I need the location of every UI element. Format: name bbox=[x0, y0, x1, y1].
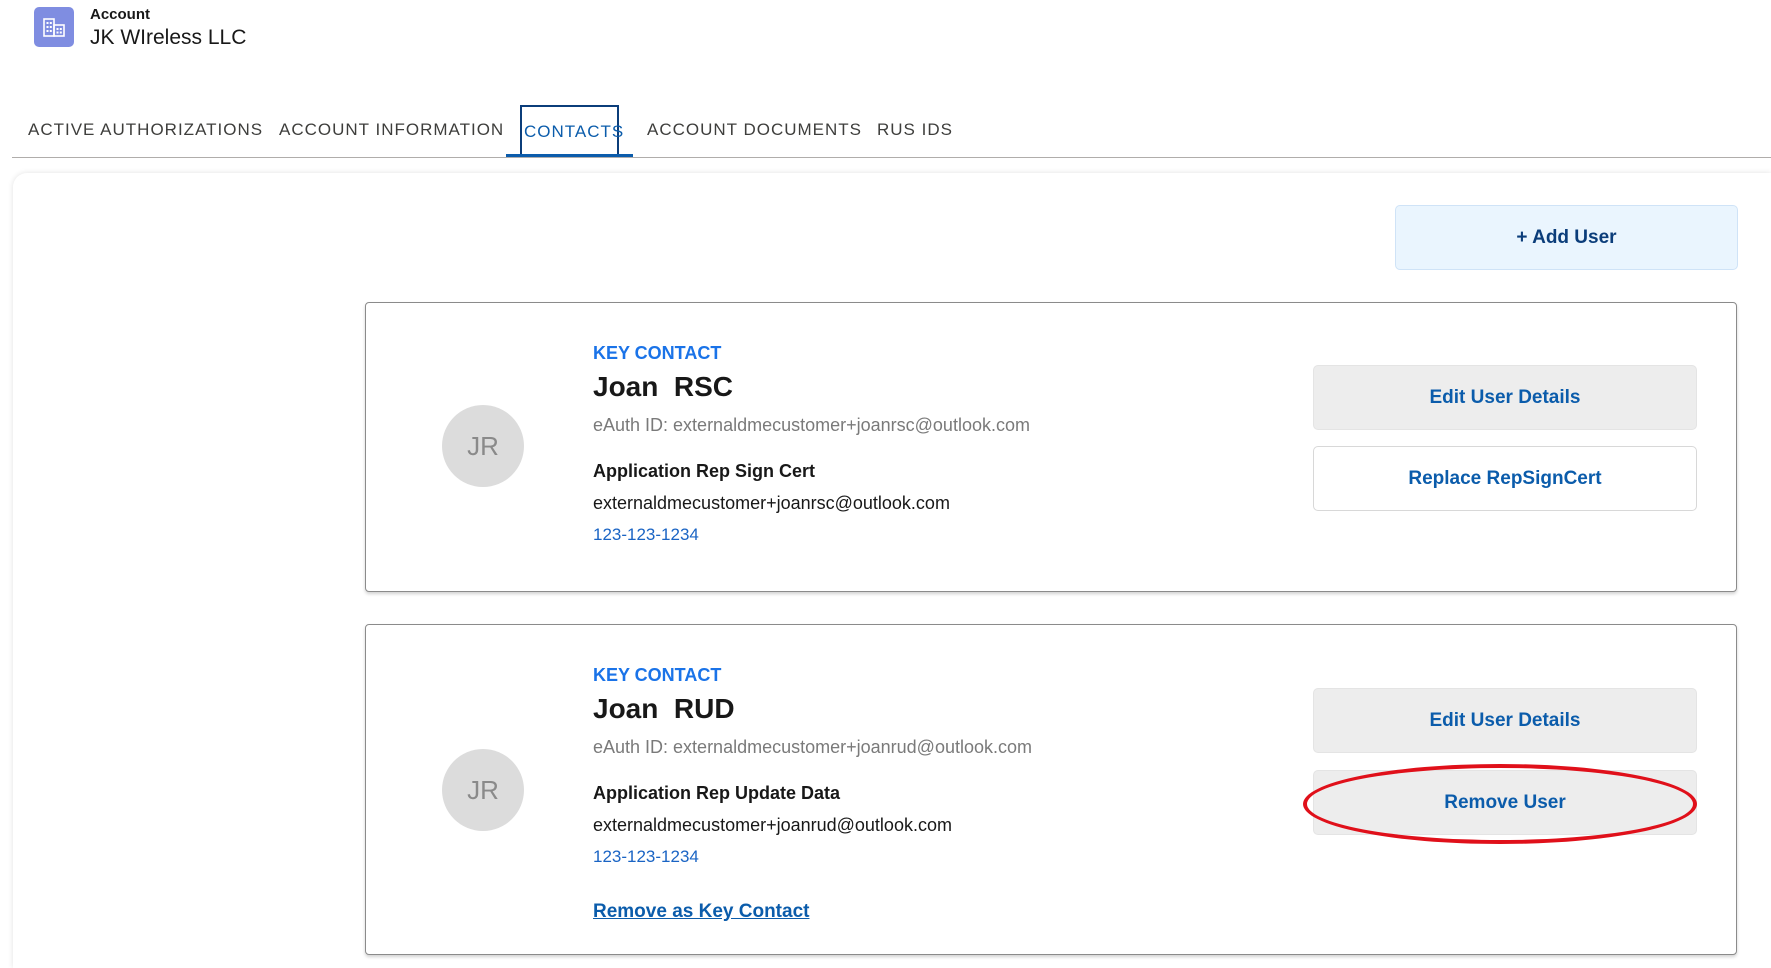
contact-email: externaldmecustomer+joanrud@outlook.com bbox=[593, 815, 952, 835]
contact-email: externaldmecustomer+joanrsc@outlook.com bbox=[593, 493, 950, 513]
add-user-button[interactable]: + Add User bbox=[1395, 205, 1738, 270]
avatar: JR bbox=[442, 405, 524, 487]
contact-role: Application Rep Sign Cert bbox=[593, 461, 816, 481]
object-type-label: Account bbox=[90, 6, 150, 23]
tab-bar: ACTIVE AUTHORIZATIONS ACCOUNT INFORMATIO… bbox=[12, 100, 1771, 158]
building-icon bbox=[34, 7, 74, 47]
tab-contacts-label: CONTACTS bbox=[524, 122, 625, 141]
tab-account-documents[interactable]: ACCOUNT DOCUMENTS bbox=[647, 120, 862, 140]
tab-account-information[interactable]: ACCOUNT INFORMATION bbox=[279, 120, 504, 140]
page: Account JK WIreless LLC ACTIVE AUTHORIZA… bbox=[0, 0, 1771, 968]
contact-phone-link[interactable]: 123-123-1234 bbox=[593, 847, 1032, 871]
contact-role: Application Rep Update Data bbox=[593, 783, 841, 803]
tab-contacts[interactable]: CONTACTS bbox=[506, 105, 633, 157]
contact-card: JR KEY CONTACT Joan RSC eAuth ID: extern… bbox=[365, 302, 1737, 592]
key-contact-badge: KEY CONTACT bbox=[593, 665, 722, 685]
tab-active-authorizations[interactable]: ACTIVE AUTHORIZATIONS bbox=[28, 120, 263, 140]
contact-card: JR KEY CONTACT Joan RUD eAuth ID: extern… bbox=[365, 624, 1737, 955]
contact-info: KEY CONTACT Joan RSC eAuth ID: externald… bbox=[593, 343, 1030, 549]
replace-repsigncert-button[interactable]: Replace RepSignCert bbox=[1313, 446, 1697, 511]
eauth-id: eAuth ID: externaldmecustomer+joanrsc@ou… bbox=[593, 415, 1030, 435]
edit-user-details-button[interactable]: Edit User Details bbox=[1313, 688, 1697, 753]
contact-phone-link[interactable]: 123-123-1234 bbox=[593, 525, 1030, 549]
account-name: JK WIreless LLC bbox=[90, 26, 247, 49]
tab-rus-ids[interactable]: RUS IDS bbox=[877, 120, 953, 140]
contact-info: KEY CONTACT Joan RUD eAuth ID: externald… bbox=[593, 665, 1032, 923]
remove-user-button[interactable]: Remove User bbox=[1313, 770, 1697, 835]
avatar: JR bbox=[442, 749, 524, 831]
remove-as-key-contact-link[interactable]: Remove as Key Contact bbox=[593, 901, 809, 923]
contact-name: Joan RUD bbox=[593, 693, 735, 724]
contact-name: Joan RSC bbox=[593, 371, 734, 402]
eauth-id: eAuth ID: externaldmecustomer+joanrud@ou… bbox=[593, 737, 1032, 757]
edit-user-details-button[interactable]: Edit User Details bbox=[1313, 365, 1697, 430]
key-contact-badge: KEY CONTACT bbox=[593, 343, 722, 363]
